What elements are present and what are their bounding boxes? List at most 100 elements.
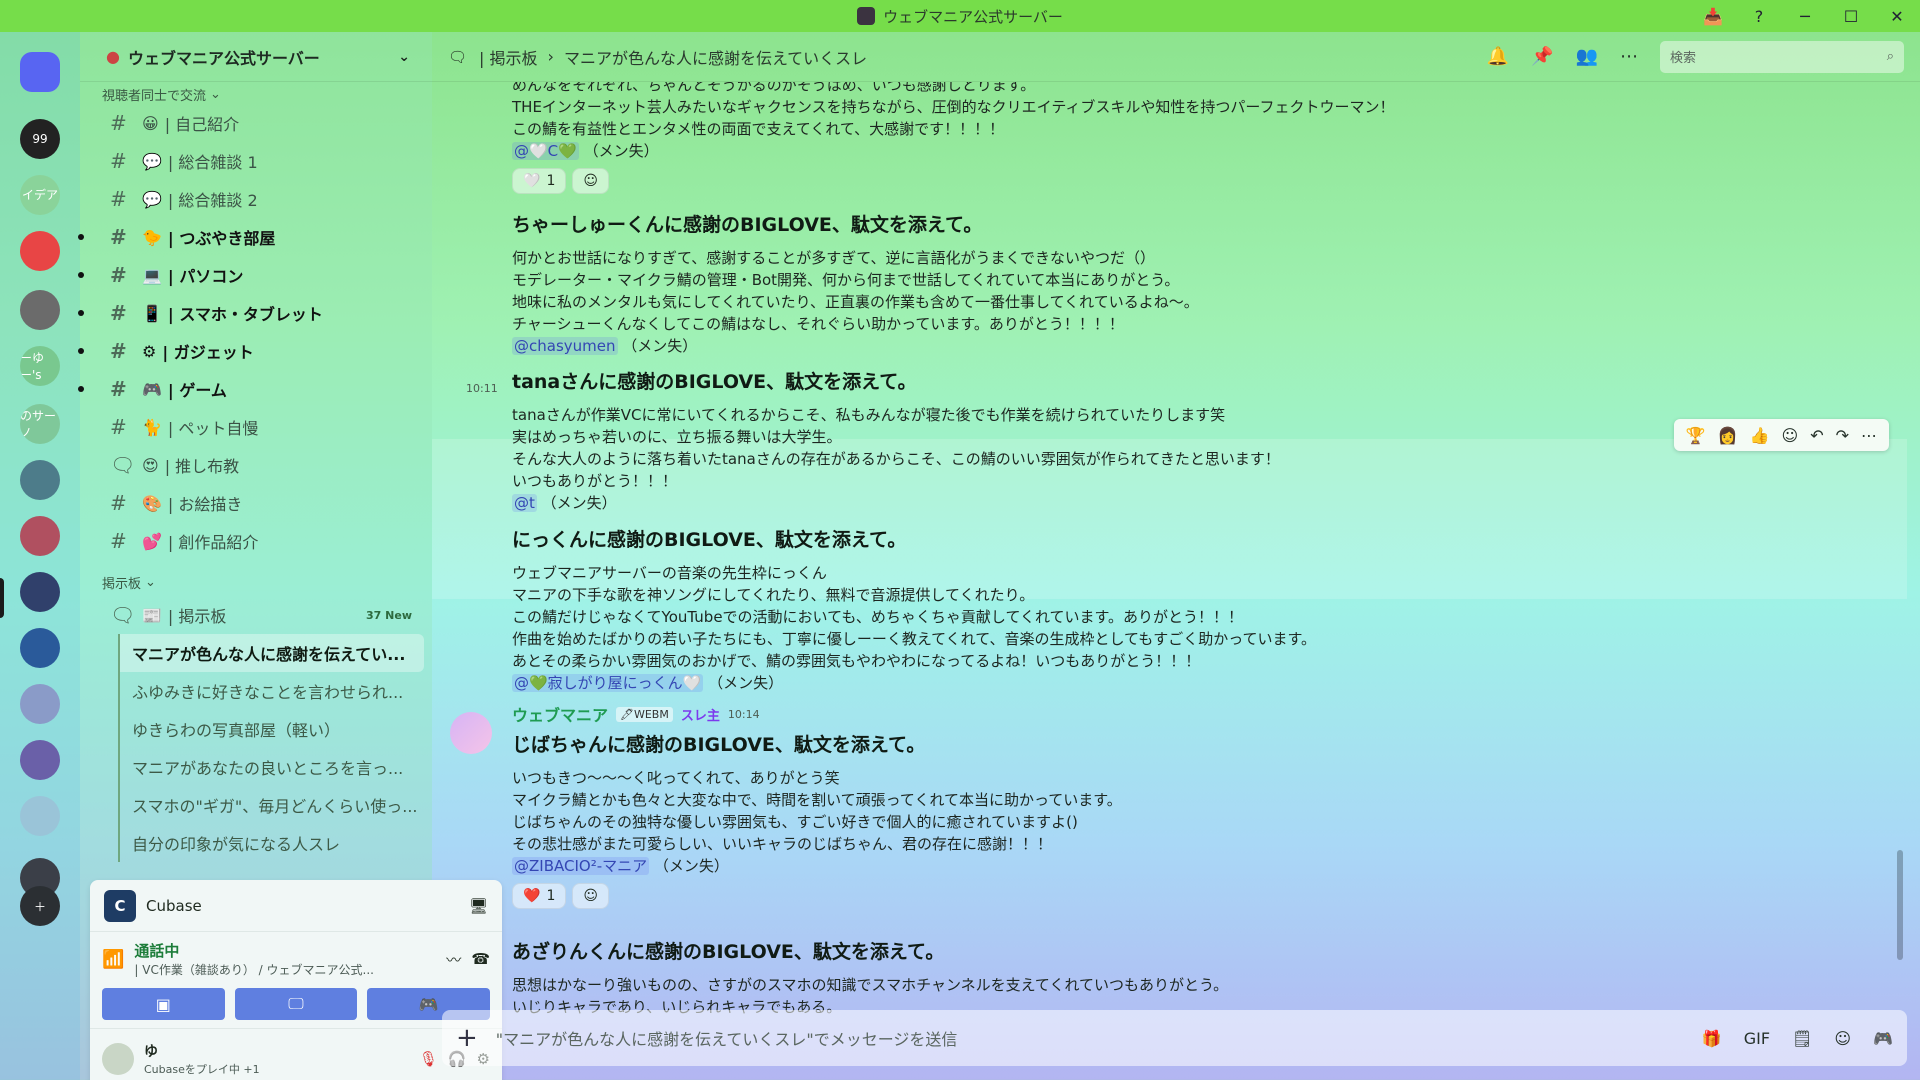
voice-connected-label[interactable]: 通話中 [134,940,374,961]
mention-suffix: （メン失） [653,857,729,875]
add-server-icon[interactable]: ＋ [20,886,60,926]
channel-name: | ゲーム [167,381,227,400]
add-attachment-button[interactable]: + [456,1023,478,1053]
server-icon[interactable] [20,51,60,92]
maximize-button[interactable]: ☐ [1828,7,1874,26]
gift-icon[interactable]: 🎁 [1702,1029,1722,1048]
message-input[interactable]: "マニアが色んな人に感謝を伝えていくスレ"でメッセージを送信 [496,1026,1684,1050]
help-icon[interactable]: ? [1736,7,1782,26]
forum-channel[interactable]: 🗨 📰 | 掲示板 37 New [88,596,424,634]
thread-item[interactable]: 自分の印象が気になる人スレ [118,824,424,862]
add-reaction-button[interactable]: ☺ [572,168,609,194]
server-icon[interactable] [20,628,60,669]
search-input[interactable]: 検索 ⌕ [1660,40,1904,73]
user-mention[interactable]: @t [512,494,537,512]
voice-channel-label[interactable]: | VC作業（雑談あり） / ウェブマニア公式... [134,961,374,978]
channel-item[interactable]: # 💬 | 総合雑談 1 [88,142,424,180]
channel-item[interactable]: # 💕 | 創作品紹介 [88,522,424,560]
screen-share-button[interactable]: 🖵 [234,988,358,1020]
message-title: あざりんくんに感謝のBIGLOVE、駄文を添えて。 [512,941,945,963]
channel-item[interactable]: # 😀 | 自己紹介 [88,104,424,142]
pin-icon[interactable]: 📌 [1531,46,1553,67]
message-line: その悲壮感がまた可愛らしい、いいキャラのじばちゃん、君の存在に感謝！！！ [512,835,1053,853]
thread-item[interactable]: ゆきらわの写真部屋（軽い） [118,710,424,748]
message-line: THEインターネット芸人みたいなギャクセンスを持ちながら、圧倒的なクリエイティブ… [512,98,1395,116]
message-line: めんなをそれぞれ、ちゃんとそうかるのがそうはめ、いつも感謝しとります。 [512,82,1036,94]
thread-item[interactable]: ふゆみきに好きなことを言わせられ... [118,672,424,710]
channel-item[interactable]: # 💬 | 総合雑談 2 [88,180,424,218]
channel-emoji: 🐤 [142,227,162,247]
server-icon[interactable] [20,684,60,725]
category-header[interactable]: 視聴者同士で交流 ⌄ [80,84,432,104]
close-button[interactable]: ✕ [1874,7,1920,26]
sticker-icon[interactable]: 🗒 [1792,1029,1812,1048]
server-icon[interactable]: イデア [20,174,60,215]
message: あざりんくんに感謝のBIGLOVE、駄文を添えて。 思想はかなーり強いものの、さす… [512,937,1902,1018]
camera-button[interactable]: ▣ [102,988,225,1020]
server-icon[interactable] [20,289,60,330]
thread-item[interactable]: マニアが色んな人に感謝を伝えてい... [118,634,424,672]
channel-emoji: 🐈 [142,417,162,437]
reaction[interactable]: 🤍 1 [512,168,567,194]
channel-item[interactable]: # 💻 | パソコン [78,256,424,294]
breadcrumb-forum[interactable]: | 掲示板 [479,45,537,69]
members-icon[interactable]: 👥 [1576,46,1598,67]
server-icon[interactable] [20,796,60,837]
message-line: チャーシューくんなくしてこの鯖はなし、それぐらい助かっています。ありがとう！！！… [512,315,1124,333]
channel-name: | ガジェット [162,343,254,362]
server-icon[interactable] [20,572,60,613]
channel-item[interactable]: 🗨 😍 | 推し布教 [88,446,424,484]
add-reaction-button[interactable]: ☺ [572,883,609,909]
chevron-down-icon: ⌄ [145,574,156,590]
server-icon[interactable] [20,740,60,781]
signal-icon[interactable]: 📶 [102,949,124,970]
channel-item[interactable]: # 🐈 | ペット自慢 [88,408,424,446]
cubase-logo-icon: C [104,889,136,922]
reaction[interactable]: ❤️ 1 [512,883,567,909]
more-icon[interactable]: ⋯ [1620,46,1638,67]
chevron-down-icon: ⌄ [210,86,221,102]
bell-icon[interactable]: 🔔 [1487,46,1509,67]
message-line: 何かとお世話になりすぎて、感謝することが多すぎて、逆に言語化がうまくできないやつ… [512,249,1156,267]
reaction-count: 1 [546,173,556,189]
server-header[interactable]: ● ウェブマニア公式サーバー ⌄ [80,32,432,82]
avatar[interactable] [102,1042,134,1075]
server-icon[interactable]: 99 [20,118,60,159]
server-icon[interactable] [20,230,60,271]
user-mention[interactable]: @chasyumen [512,337,618,355]
server-icon[interactable]: ーゆー's [20,345,60,386]
author-avatar[interactable] [450,712,492,754]
activity-icon[interactable]: 🎮 [1873,1029,1893,1048]
mention-line: @t （メン失） [512,492,1902,514]
server-icon[interactable] [20,516,60,557]
inbox-icon[interactable]: 📥 [1690,7,1736,26]
user-mention[interactable]: @💚寂しがり屋にっくん🤍 [512,674,704,692]
channel-item[interactable]: # ⚙ | ガジェット [78,332,424,370]
thread-item[interactable]: マニアがあなたの良いところを言っ... [118,748,424,786]
user-mention[interactable]: @ZIBACIO²-マニア [512,857,650,875]
message-line: ウェブマニアサーバーの音楽の先生枠にっくん [512,564,827,582]
server-icon[interactable]: のサーノ [20,404,60,445]
message: ウェブマニア 🖊WEBM スレ主 10:14 じばちゃんに感謝のBIGLOVE、駄文を添… [512,702,1902,909]
author-name[interactable]: ウェブマニア [512,702,608,726]
mention-line: @💚寂しがり屋にっくん🤍 （メン失） [512,672,1902,694]
user-mention[interactable]: @🤍C💚 [512,142,579,160]
thread-item[interactable]: スマホの"ギガ"、毎月どんくらい使っ... [118,786,424,824]
gif-icon[interactable]: GIF [1744,1029,1770,1048]
channel-name: | 創作品紹介 [167,533,259,552]
channel-item[interactable]: # 🐤 | つぶやき部屋 [78,218,424,256]
message-timestamp: 10:11 [466,382,498,395]
server-icon[interactable] [20,460,60,501]
channel-item[interactable]: # 🎮 | ゲーム [78,370,424,408]
username[interactable]: ゆ [144,1041,260,1061]
message-title: じばちゃんに感謝のBIGLOVE、駄文を添えて。 [512,734,926,756]
channel-emoji: 💬 [142,189,162,209]
minimize-button[interactable]: ─ [1782,7,1828,26]
channel-item[interactable]: # 🎨 | お絵描き [88,484,424,522]
message-line: いつもきつ〜〜〜く叱ってくれて、ありがとう笑 [512,769,840,787]
emoji-icon[interactable]: ☺ [1834,1029,1851,1048]
channel-item[interactable]: # 📱 | スマホ・タブレット [78,294,424,332]
category-header[interactable]: 掲示板 ⌄ [80,572,432,592]
search-placeholder: 検索 [1670,51,1697,66]
scrollbar[interactable] [1897,850,1903,960]
